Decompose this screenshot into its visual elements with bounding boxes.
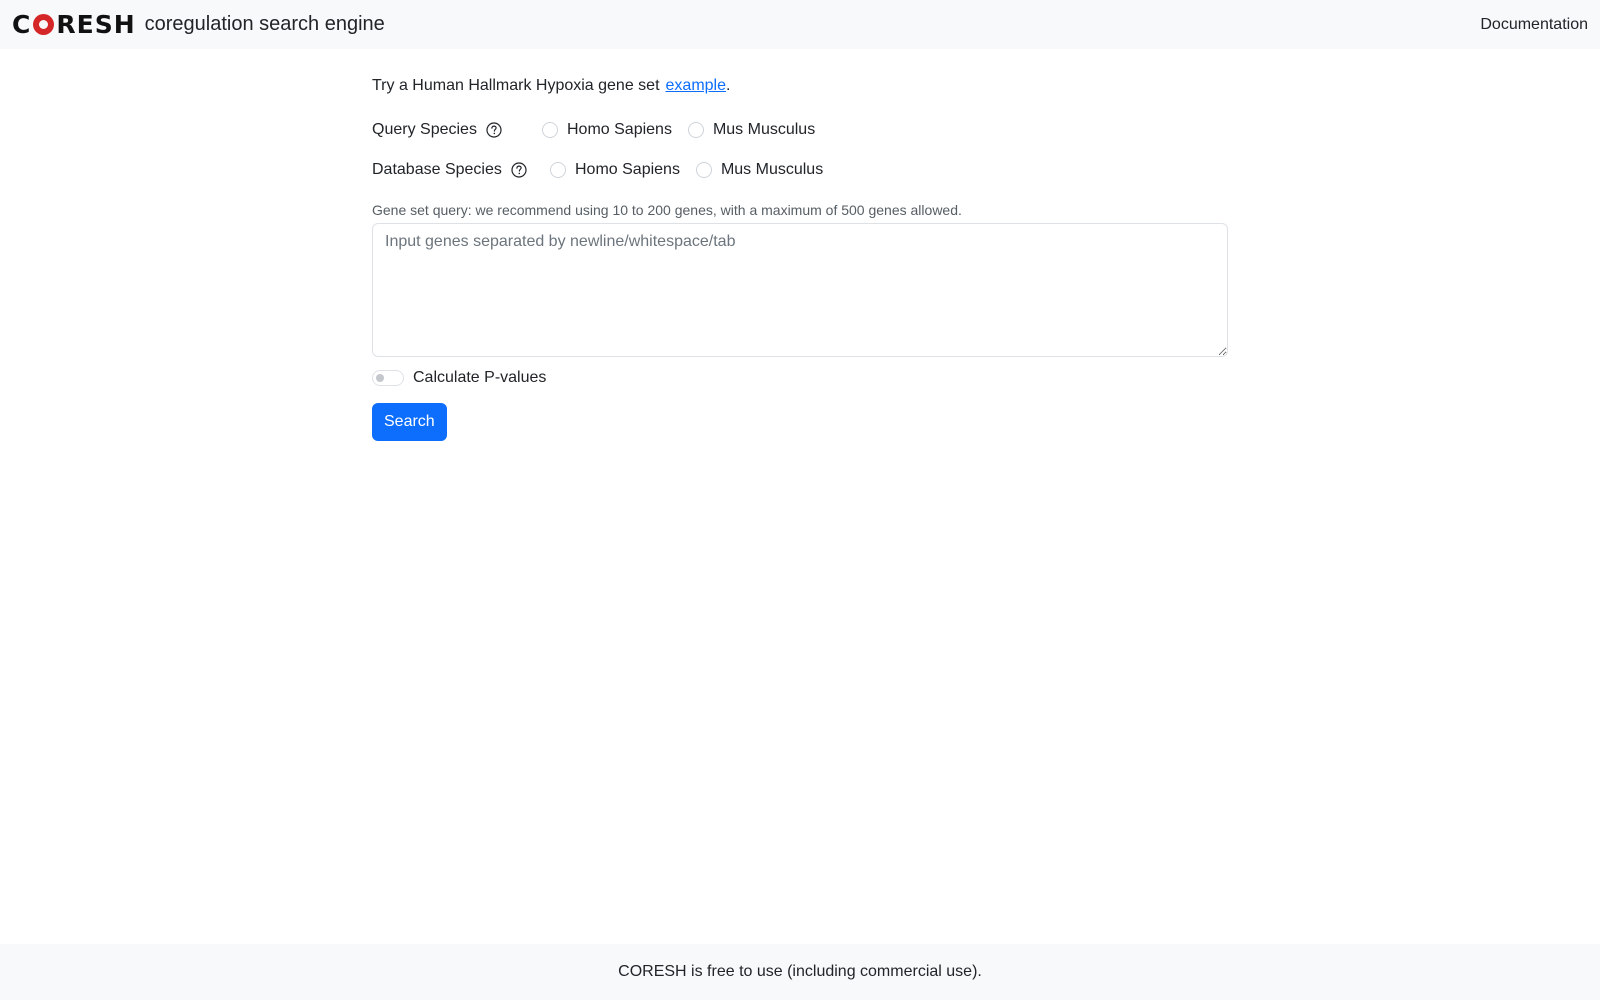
- radio-label: Homo Sapiens: [567, 121, 672, 138]
- gene-set-input[interactable]: [372, 223, 1228, 357]
- query-species-row: Query Species Homo Sapiens Mus Musculus: [372, 110, 1228, 150]
- footer: CORESH is free to use (including commerc…: [0, 944, 1600, 1000]
- pvalues-toggle-row: Calculate P-values: [372, 366, 1228, 390]
- intro-line: Try a Human Hallmark Hypoxia gene set ex…: [372, 70, 1228, 102]
- query-species-mus-musculus[interactable]: Mus Musculus: [687, 121, 816, 139]
- logo-letter-c: C: [12, 10, 32, 39]
- documentation-link[interactable]: Documentation: [1480, 16, 1588, 34]
- query-species-label: Query Species: [372, 121, 477, 138]
- intro-suffix: .: [726, 77, 731, 94]
- top-navbar: C RESH coregulation search engine Docume…: [0, 0, 1600, 49]
- radio-label: Mus Musculus: [712, 121, 816, 138]
- search-button[interactable]: Search: [372, 403, 447, 441]
- gene-query-hint: Gene set query: we recommend using 10 to…: [372, 202, 962, 218]
- logo-ring-icon: [33, 14, 55, 35]
- radio-circle[interactable]: [550, 162, 566, 178]
- query-species-label-group: Query Species: [372, 121, 542, 139]
- radio-circle[interactable]: [695, 162, 712, 178]
- example-link[interactable]: example: [666, 77, 726, 95]
- search-form: Try a Human Hallmark Hypoxia gene set ex…: [372, 70, 1228, 441]
- brand[interactable]: C RESH coregulation search engine: [12, 12, 385, 37]
- footer-text: CORESH is free to use (including commerc…: [618, 963, 982, 980]
- database-species-homo-sapiens[interactable]: Homo Sapiens: [550, 161, 680, 179]
- database-species-row: Database Species Homo Sapiens Mus Muscul…: [372, 150, 1228, 190]
- brand-text: coregulation search engine: [144, 13, 385, 35]
- question-circle-icon[interactable]: [486, 122, 502, 138]
- coresh-logo[interactable]: C RESH: [12, 12, 136, 37]
- database-species-options: Homo Sapiens Mus Musculus: [550, 161, 839, 179]
- query-species-homo-sapiens[interactable]: Homo Sapiens: [542, 121, 672, 139]
- database-species-label: Database Species: [372, 161, 502, 178]
- pvalues-label: Calculate P-values: [413, 369, 547, 386]
- radio-circle[interactable]: [687, 122, 704, 138]
- radio-label: Homo Sapiens: [575, 161, 680, 178]
- radio-label: Mus Musculus: [720, 161, 824, 178]
- database-species-mus-musculus[interactable]: Mus Musculus: [695, 161, 824, 179]
- radio-circle[interactable]: [542, 122, 558, 138]
- query-species-options: Homo Sapiens Mus Musculus: [542, 121, 831, 139]
- pvalues-toggle[interactable]: [372, 370, 404, 386]
- logo-letters-resh: RESH: [56, 10, 136, 39]
- database-species-label-group: Database Species: [372, 161, 550, 179]
- question-circle-icon[interactable]: [511, 162, 527, 178]
- intro-text: Try a Human Hallmark Hypoxia gene set: [372, 77, 660, 94]
